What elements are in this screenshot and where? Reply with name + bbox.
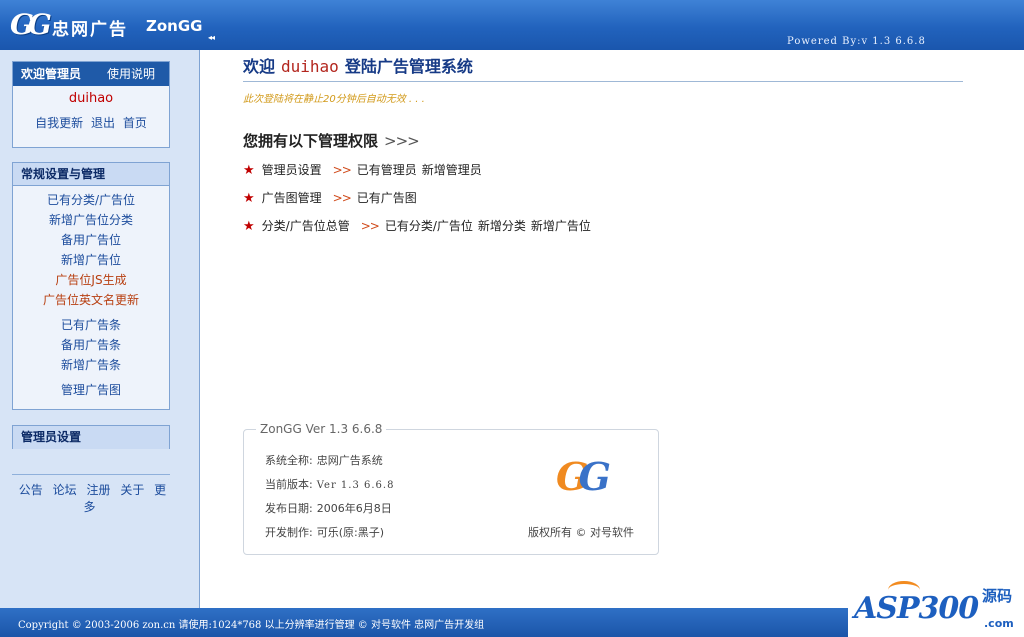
session-notice: 此次登陆将在静止20分钟后自动无效 . . . bbox=[243, 94, 425, 105]
version-row-label: 当前版本: bbox=[265, 478, 313, 491]
welcome-username: duihao bbox=[281, 57, 339, 76]
home-link[interactable]: 首页 bbox=[123, 116, 147, 130]
double-chevron-icon: >> bbox=[360, 219, 380, 233]
chevrons-icon: >>> bbox=[384, 132, 420, 150]
existing-admins-link[interactable]: 已有管理员 bbox=[357, 163, 417, 177]
self-update-link[interactable]: 自我更新 bbox=[35, 116, 83, 130]
version-row: 开发制作: 可乐(原:黑子) bbox=[265, 524, 384, 540]
version-info-box: ZonGG Ver 1.3 6.6.8 系统全称: 忠网广告系统 当前版本: Ver… bbox=[243, 422, 659, 555]
version-row-value: 忠网广告系统 bbox=[316, 454, 383, 467]
logo-title-en: ZonGG bbox=[146, 17, 203, 35]
sidebar-item[interactable]: 备用广告条 bbox=[13, 335, 169, 355]
powered-by-text: Powered By:v 1.3 6.6.8 bbox=[787, 36, 926, 47]
sidebar-item[interactable]: 备用广告位 bbox=[13, 230, 169, 250]
top-header: GG 忠网广告 ZonGG ◂◂ Powered By:v 1.3 6.6.8 bbox=[0, 0, 1024, 50]
sidebar-item[interactable]: 已有广告条 bbox=[13, 315, 169, 335]
sidebar-bottom-links: 公告 论坛 注册 关于 更多 bbox=[12, 474, 170, 515]
announcement-link[interactable]: 公告 bbox=[19, 483, 43, 497]
version-row: 当前版本: Ver 1.3 6.6.8 bbox=[265, 476, 394, 492]
add-admin-link[interactable]: 新增管理员 bbox=[422, 163, 482, 177]
add-slot-link[interactable]: 新增广告位 bbox=[531, 219, 591, 233]
version-row-value: 2006年6月8日 bbox=[316, 502, 392, 515]
welcome-suffix: 登陆广告管理系统 bbox=[344, 57, 473, 76]
version-row-label: 发布日期: bbox=[265, 502, 313, 515]
main-content: 欢迎 duihao 登陆广告管理系统 此次登陆将在静止20分钟后自动无效 . . .… bbox=[201, 50, 1024, 608]
version-row-value: Ver 1.3 6.6.8 bbox=[316, 480, 395, 491]
sidebar-item[interactable]: 广告位英文名更新 bbox=[13, 290, 169, 310]
version-row: 系统全称: 忠网广告系统 bbox=[265, 452, 383, 468]
watermark-brand: ASP300 bbox=[854, 591, 979, 626]
perm-group-admin[interactable]: 管理员设置 bbox=[262, 163, 322, 177]
admin-welcome-box: 欢迎管理员 使用说明 duihao 自我更新 退出 首页 bbox=[12, 61, 170, 148]
star-icon: ★ bbox=[243, 163, 255, 178]
admin-box-header: 欢迎管理员 使用说明 bbox=[13, 62, 169, 86]
sidebar-item[interactable]: 管理广告图 bbox=[13, 380, 169, 400]
add-category-link[interactable]: 新增分类 bbox=[478, 219, 526, 233]
sidebar: 欢迎管理员 使用说明 duihao 自我更新 退出 首页 常规设置与管理 已有分… bbox=[0, 50, 200, 608]
admin-settings-header[interactable]: 管理员设置 bbox=[13, 426, 169, 449]
double-chevron-icon: >> bbox=[332, 163, 352, 177]
version-row-label: 系统全称: bbox=[265, 454, 313, 467]
version-legend: ZonGG Ver 1.3 6.6.8 bbox=[256, 422, 387, 436]
user-links: 自我更新 退出 首页 bbox=[13, 114, 169, 131]
existing-slots-link[interactable]: 已有分类/广告位 bbox=[385, 219, 473, 233]
perm-group-slots[interactable]: 分类/广告位总管 bbox=[262, 219, 350, 233]
admin-box-title: 欢迎管理员 bbox=[21, 67, 82, 81]
watermark-cn: 源码 bbox=[982, 587, 1013, 605]
help-link[interactable]: 使用说明 bbox=[107, 62, 155, 86]
double-chevron-icon: >> bbox=[332, 191, 352, 205]
permission-row: ★ 分类/广告位总管 >> 已有分类/广告位 新增分类 新增广告位 bbox=[243, 217, 596, 234]
forum-link[interactable]: 论坛 bbox=[53, 483, 77, 497]
register-link[interactable]: 注册 bbox=[86, 483, 110, 497]
permissions-heading: 您拥有以下管理权限 >>> bbox=[243, 130, 420, 151]
version-row: 发布日期: 2006年6月8日 bbox=[265, 500, 392, 516]
welcome-prefix: 欢迎 bbox=[243, 57, 276, 76]
settings-box-header[interactable]: 常规设置与管理 bbox=[13, 163, 169, 186]
star-icon: ★ bbox=[243, 219, 255, 234]
logo-title-cn: 忠网广告 bbox=[52, 20, 128, 40]
settings-menu: 已有分类/广告位 新增广告位分类 备用广告位 新增广告位 广告位JS生成 广告位英文名更新… bbox=[13, 186, 169, 400]
asp300-watermark: ASP300 源码 .com bbox=[848, 579, 1024, 637]
page-title: 欢迎 duihao 登陆广告管理系统 bbox=[243, 53, 473, 77]
version-copyright: 版权所有 © 对号软件 bbox=[528, 526, 634, 539]
permission-row: ★ 管理员设置 >> 已有管理员 新增管理员 bbox=[243, 161, 487, 178]
sidebar-item[interactable]: 广告位JS生成 bbox=[13, 270, 169, 290]
sidebar-item[interactable]: 新增广告位分类 bbox=[13, 210, 169, 230]
logout-link[interactable]: 退出 bbox=[91, 116, 115, 130]
settings-box: 常规设置与管理 已有分类/广告位 新增广告位分类 备用广告位 新增广告位 广告位JS生成… bbox=[12, 162, 170, 410]
star-icon: ★ bbox=[243, 191, 255, 206]
gg-brand-icon: GG bbox=[556, 454, 611, 499]
existing-images-link[interactable]: 已有广告图 bbox=[357, 191, 417, 205]
watermark-com: .com bbox=[984, 617, 1014, 630]
footer-copyright: Copyright © 2003-2006 zon.cn 请使用:1024*76… bbox=[18, 620, 485, 631]
version-row-label: 开发制作: bbox=[265, 526, 313, 539]
current-username: duihao bbox=[68, 91, 114, 106]
sidebar-item[interactable]: 新增广告条 bbox=[13, 355, 169, 375]
version-row-value: 可乐(原:黑子) bbox=[316, 526, 385, 539]
collapse-sidebar-icon[interactable]: ◂◂ bbox=[208, 33, 215, 42]
permissions-title: 您拥有以下管理权限 bbox=[243, 132, 379, 150]
sidebar-item[interactable]: 新增广告位 bbox=[13, 250, 169, 270]
admin-settings-box: 管理员设置 bbox=[12, 425, 170, 449]
sidebar-item[interactable]: 已有分类/广告位 bbox=[13, 190, 169, 210]
gg-logo-icon: GG bbox=[10, 8, 52, 41]
title-divider bbox=[243, 81, 963, 82]
about-link[interactable]: 关于 bbox=[120, 483, 144, 497]
permission-row: ★ 广告图管理 >> 已有广告图 bbox=[243, 189, 422, 206]
perm-group-images[interactable]: 广告图管理 bbox=[262, 191, 322, 205]
